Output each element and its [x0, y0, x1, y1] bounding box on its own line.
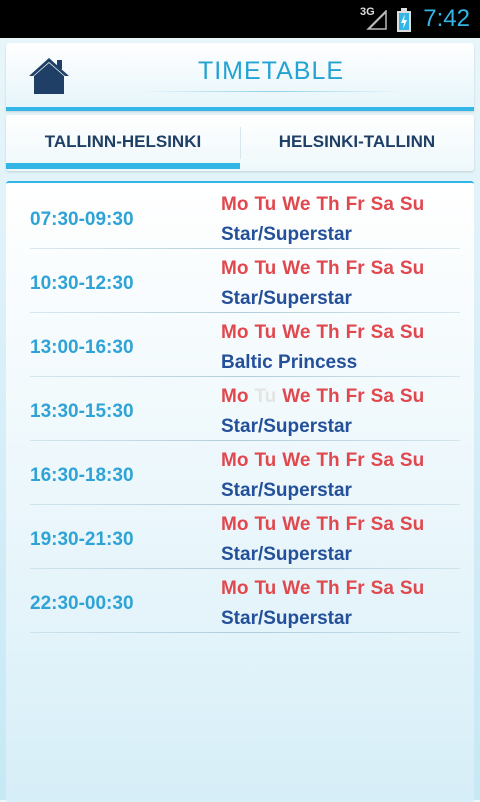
day-th: Th — [316, 578, 340, 599]
day-sa: Sa — [370, 386, 394, 407]
ship-name: Star/Superstar — [221, 480, 352, 501]
days-of-week: Mo Tu We Th Fr Sa Su — [221, 258, 430, 280]
day-th: Th — [316, 258, 340, 279]
departure-time: 13:00-16:30 — [30, 337, 134, 358]
day-tu: Tu — [254, 450, 277, 471]
timetable-list[interactable]: 07:30-09:30 Mo Tu We Th Fr Sa Su Star/Superstar 1… — [6, 181, 474, 802]
day-fr: Fr — [345, 258, 365, 279]
day-we: We — [282, 322, 311, 343]
app-header: TIMETABLE — [6, 43, 474, 111]
day-mo: Mo — [221, 258, 249, 279]
day-sa: Sa — [370, 258, 394, 279]
day-su: Su — [399, 386, 425, 407]
day-su: Su — [399, 258, 425, 279]
day-fr: Fr — [345, 450, 365, 471]
day-tu: Tu — [254, 322, 277, 343]
list-item[interactable]: 13:00-16:30 Mo Tu We Th Fr Sa Su Baltic Princess — [6, 313, 474, 377]
day-we: We — [282, 386, 311, 407]
battery-charging-icon — [397, 8, 411, 32]
departure-time: 22:30-00:30 — [30, 593, 134, 614]
days-of-week: Mo Tu We Th Fr Sa Su — [221, 386, 430, 408]
status-bar: 3G 7:42 — [0, 0, 480, 38]
days-of-week: Mo Tu We Th Fr Sa Su — [221, 450, 430, 472]
list-item[interactable]: 16:30-18:30 Mo Tu We Th Fr Sa Su Star/Superstar — [6, 441, 474, 505]
day-mo: Mo — [221, 578, 249, 599]
day-tu: Tu — [254, 194, 277, 215]
day-th: Th — [316, 450, 340, 471]
days-of-week: Mo Tu We Th Fr Sa Su — [221, 514, 430, 536]
day-we: We — [282, 258, 311, 279]
day-sa: Sa — [370, 450, 394, 471]
day-fr: Fr — [345, 322, 365, 343]
ship-name: Star/Superstar — [221, 224, 352, 245]
day-tu: Tu — [254, 578, 277, 599]
day-tu: Tu — [254, 514, 277, 535]
departure-time: 16:30-18:30 — [30, 465, 134, 486]
day-tu: Tu — [254, 386, 277, 407]
active-tab-indicator — [6, 163, 240, 169]
day-su: Su — [399, 194, 425, 215]
day-su: Su — [399, 450, 425, 471]
ship-name: Star/Superstar — [221, 288, 352, 309]
day-fr: Fr — [345, 578, 365, 599]
day-sa: Sa — [370, 322, 394, 343]
day-fr: Fr — [345, 514, 365, 535]
days-of-week: Mo Tu We Th Fr Sa Su — [221, 578, 430, 600]
list-item[interactable]: 13:30-15:30 Mo Tu We Th Fr Sa Su Star/Superstar — [6, 377, 474, 441]
row-divider — [30, 632, 460, 633]
day-th: Th — [316, 386, 340, 407]
list-item[interactable]: 10:30-12:30 Mo Tu We Th Fr Sa Su Star/Superstar — [6, 249, 474, 313]
tab-helsinki-tallinn[interactable]: HELSINKI-TALLINN — [240, 115, 474, 171]
day-mo: Mo — [221, 514, 249, 535]
title-divider — [141, 91, 401, 92]
day-fr: Fr — [345, 386, 365, 407]
day-th: Th — [316, 322, 340, 343]
days-of-week: Mo Tu We Th Fr Sa Su — [221, 322, 430, 344]
day-th: Th — [316, 514, 340, 535]
day-we: We — [282, 450, 311, 471]
day-su: Su — [399, 578, 425, 599]
day-th: Th — [316, 194, 340, 215]
day-mo: Mo — [221, 386, 249, 407]
status-clock: 7:42 — [423, 5, 470, 32]
day-tu: Tu — [254, 258, 277, 279]
home-icon — [29, 58, 69, 94]
page-title: TIMETABLE — [197, 57, 345, 85]
day-su: Su — [399, 514, 425, 535]
day-we: We — [282, 514, 311, 535]
departure-time: 07:30-09:30 — [30, 209, 134, 230]
list-item[interactable]: 19:30-21:30 Mo Tu We Th Fr Sa Su Star/Superstar — [6, 505, 474, 569]
day-sa: Sa — [370, 194, 394, 215]
day-fr: Fr — [345, 194, 365, 215]
list-item[interactable]: 22:30-00:30 Mo Tu We Th Fr Sa Su Star/Superstar — [6, 569, 474, 633]
ship-name: Star/Superstar — [221, 416, 352, 437]
home-button[interactable] — [28, 57, 70, 95]
ship-name: Star/Superstar — [221, 608, 352, 629]
ship-name: Baltic Princess — [221, 352, 358, 373]
day-mo: Mo — [221, 450, 249, 471]
signal-icon — [366, 10, 387, 30]
list-item[interactable]: 07:30-09:30 Mo Tu We Th Fr Sa Su Star/Superstar — [6, 185, 474, 249]
day-mo: Mo — [221, 194, 249, 215]
day-we: We — [282, 578, 311, 599]
day-we: We — [282, 194, 311, 215]
route-tabs: TALLINN-HELSINKI HELSINKI-TALLINN — [6, 115, 474, 171]
day-sa: Sa — [370, 578, 394, 599]
day-sa: Sa — [370, 514, 394, 535]
departure-time: 10:30-12:30 — [30, 273, 134, 294]
day-su: Su — [399, 322, 425, 343]
ship-name: Star/Superstar — [221, 544, 352, 565]
days-of-week: Mo Tu We Th Fr Sa Su — [221, 194, 430, 216]
departure-time: 13:30-15:30 — [30, 401, 134, 422]
day-mo: Mo — [221, 322, 249, 343]
departure-time: 19:30-21:30 — [30, 529, 134, 550]
